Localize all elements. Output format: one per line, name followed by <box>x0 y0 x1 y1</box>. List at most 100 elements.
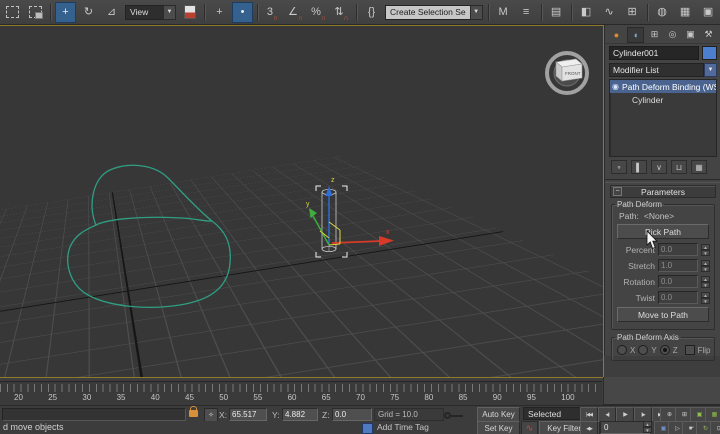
gizmo-y-label: y <box>306 201 310 208</box>
modifier-list-dropdown[interactable]: Modifier List ▼ <box>609 63 717 77</box>
gizmo-plane-handles[interactable] <box>320 222 340 245</box>
select-and-rotate-button[interactable]: ↻ <box>78 2 99 23</box>
perspective-viewport[interactable]: z y x FRONT <box>0 25 604 378</box>
pick-path-button[interactable]: Pick Path <box>617 224 709 239</box>
window-crossing-toggle-button[interactable] <box>25 2 46 23</box>
select-and-move-button[interactable]: + <box>55 2 76 23</box>
panel-divider <box>605 179 720 183</box>
collapse-icon[interactable]: − <box>613 187 622 196</box>
zoom-extents-all-button[interactable]: ▦ <box>705 407 720 422</box>
viewcube[interactable]: FRONT <box>547 53 587 93</box>
spinner-snap-toggle-button[interactable]: ⇅ ∩ <box>331 2 352 23</box>
x-coordinate-field[interactable]: 65.517 <box>229 408 267 421</box>
spline-path-object[interactable] <box>68 165 231 307</box>
go-to-start-button[interactable]: |◀◀ <box>580 407 598 422</box>
spinner-down-icon[interactable]: ▼ <box>701 298 710 304</box>
tab-create[interactable]: ● <box>609 28 624 42</box>
auto-key-button[interactable]: Auto Key <box>477 407 520 422</box>
chevron-down-icon[interactable]: ▼ <box>163 5 176 20</box>
set-keys-key-icon[interactable] <box>444 412 459 420</box>
key-filters-curve-icon[interactable]: ∿ <box>521 421 538 434</box>
chevron-down-icon[interactable]: ▼ <box>704 63 717 77</box>
tab-modify[interactable]: ◖ <box>627 27 644 43</box>
modifier-stack-row[interactable]: ◉ Path Deform Binding (WS <box>610 80 716 93</box>
chevron-down-icon[interactable]: ▼ <box>470 5 483 20</box>
axis-radio-y[interactable] <box>638 345 648 355</box>
flip-checkbox[interactable] <box>685 345 695 355</box>
spinner-down-icon[interactable]: ▼ <box>701 266 710 272</box>
rotation-spinner[interactable]: ▲ ▼ <box>701 276 710 288</box>
axis-radio-z[interactable] <box>660 345 670 355</box>
named-selection-set-dropdown[interactable]: Create Selection Se ▼ <box>385 5 483 20</box>
show-end-result-button[interactable]: ▌ <box>631 160 647 174</box>
curve-editor-button[interactable]: ∿ <box>599 2 620 23</box>
select-and-manipulate-button[interactable]: + <box>209 2 230 23</box>
rotation-field[interactable]: 0.0 <box>658 275 698 288</box>
remove-modifier-button[interactable]: ⊔ <box>671 160 687 174</box>
schematic-view-icon: ⊞ <box>628 7 637 18</box>
modifier-bulb-icon[interactable]: ◉ <box>612 82 619 91</box>
key-mode-toggle-button[interactable]: ◀▶ <box>580 421 598 434</box>
tab-display[interactable]: ▣ <box>683 28 698 42</box>
add-time-tag[interactable]: Add Time Tag <box>377 422 429 432</box>
edit-named-selection-sets-button[interactable]: {} <box>361 2 382 23</box>
tab-utilities[interactable]: ⚒ <box>701 28 716 42</box>
twist-spinner[interactable]: ▲ ▼ <box>701 292 710 304</box>
use-pivot-point-center-button[interactable] <box>179 2 200 23</box>
stretch-field[interactable]: 1.0 <box>658 259 698 272</box>
next-frame-button[interactable]: |▶ <box>634 407 652 422</box>
absolute-mode-transform-icon[interactable]: ✧ <box>204 408 218 422</box>
spinner-down-icon[interactable]: ▼ <box>701 250 710 256</box>
snaps-toggle-3d-button[interactable]: 3 ∩ <box>262 2 283 23</box>
rectangular-selection-region-button[interactable] <box>2 2 23 23</box>
axis-radio-x[interactable] <box>617 345 627 355</box>
configure-modifier-sets-button[interactable]: ▦ <box>691 160 707 174</box>
object-name-field[interactable]: Cylinder001 <box>609 46 699 60</box>
rendered-frame-window-button[interactable]: ▣ <box>698 2 719 23</box>
gizmo-y-axis[interactable] <box>312 214 329 245</box>
tab-motion[interactable]: ◎ <box>665 28 680 42</box>
previous-frame-button[interactable]: ◀| <box>598 407 616 422</box>
pin-stack-button[interactable]: ∘ <box>611 160 627 174</box>
selection-lock-icon[interactable] <box>189 410 198 417</box>
align-button[interactable]: ≡ <box>516 2 537 23</box>
timeline-frame-label: 40 <box>151 393 160 402</box>
manage-layers-button[interactable]: ▤ <box>546 2 567 23</box>
make-unique-button[interactable]: ∨ <box>651 160 667 174</box>
twist-field[interactable]: 0.0 <box>658 291 698 304</box>
parameters-rollout-header[interactable]: − Parameters <box>610 185 716 198</box>
render-setup-button[interactable]: ▦ <box>675 2 696 23</box>
object-color-swatch[interactable] <box>702 46 717 60</box>
mirror-button[interactable]: M <box>493 2 514 23</box>
schematic-view-button[interactable]: ⊞ <box>622 2 643 23</box>
modifier-stack[interactable]: ◉ Path Deform Binding (WS Cylinder <box>609 79 717 157</box>
modifier-stack-row[interactable]: Cylinder <box>610 93 716 106</box>
play-button[interactable]: ▶ <box>616 407 634 422</box>
spinner-down-icon[interactable]: ▼ <box>701 282 710 288</box>
time-tag-icon <box>362 423 373 434</box>
frame-spinner[interactable]: ▲ ▼ <box>643 421 652 433</box>
set-key-button[interactable]: Set Key <box>477 421 520 434</box>
z-coordinate-field[interactable]: 0.0 <box>332 408 372 421</box>
select-and-scale-button[interactable]: ⊿ <box>101 2 122 23</box>
graphite-modeling-tools-button[interactable]: ◧ <box>576 2 597 23</box>
time-slider-ruler[interactable]: 20 25 30 35 40 45 50 55 60 65 70 75 80 85 90 95 100 <box>0 381 602 406</box>
keyboard-shortcut-override-button[interactable]: • <box>232 2 253 23</box>
tab-hierarchy[interactable]: ⊞ <box>647 28 662 42</box>
percent-snap-toggle-button[interactable]: % ∩ <box>308 2 329 23</box>
keyboard-shortcut-override-icon: • <box>241 7 245 18</box>
percent-spinner[interactable]: ▲ ▼ <box>701 244 710 256</box>
material-editor-button[interactable]: ◍ <box>652 2 673 23</box>
angle-snap-toggle-button[interactable]: ∠ ∩ <box>285 2 306 23</box>
move-gizmo[interactable]: z y x <box>306 177 394 246</box>
move-to-path-button[interactable]: Move to Path <box>617 307 709 322</box>
track-bar[interactable] <box>2 408 186 421</box>
spinner-snap-toggle-magnet-icon: ∩ <box>344 15 349 22</box>
stretch-spinner[interactable]: ▲ ▼ <box>701 260 710 272</box>
maximize-viewport-toggle-button[interactable]: ⊡ <box>710 421 720 434</box>
percent-field[interactable]: 0.0 <box>658 243 698 256</box>
timeline-frame-label: 45 <box>185 393 194 402</box>
y-coordinate-field[interactable]: 4.882 <box>282 408 318 421</box>
reference-coordinate-system-dropdown[interactable]: View ▼ <box>125 5 176 20</box>
render-setup-icon: ▦ <box>680 7 690 18</box>
